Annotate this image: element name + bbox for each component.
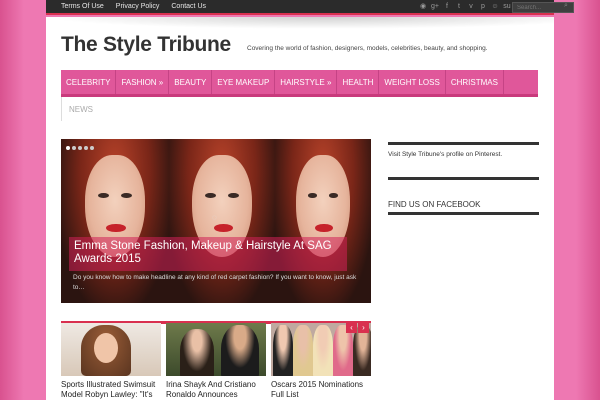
pinterest-icon[interactable]: p <box>479 2 487 12</box>
slider-dot[interactable] <box>78 146 82 150</box>
chevron-left-icon[interactable]: ‹ <box>346 322 357 333</box>
contact-link[interactable]: Contact Us <box>171 3 206 10</box>
facebook-icon[interactable]: f <box>443 2 451 12</box>
post-thumbnail-1[interactable] <box>61 323 161 376</box>
site-tagline: Covering the world of fashion, designers… <box>247 45 488 52</box>
post-thumbnail-2[interactable] <box>166 323 266 376</box>
slider-dot[interactable] <box>90 146 94 150</box>
nav-item-eye-makeup[interactable]: EYE MAKEUP <box>212 70 276 94</box>
pinterest-profile-link[interactable]: Visit Style Tribune's profile on Pintere… <box>388 151 539 158</box>
post-title-3[interactable]: Oscars 2015 Nominations Full List <box>271 380 371 400</box>
site-title[interactable]: The Style Tribune <box>61 33 231 57</box>
nav-item-fashion[interactable]: FASHION » <box>116 70 170 94</box>
facebook-widget-heading: FIND US ON FACEBOOK <box>388 200 539 215</box>
top-bar: Terms Of Use Privacy Policy Contact Us ◉… <box>46 0 574 15</box>
chevron-right-icon[interactable]: › <box>358 322 369 333</box>
twitter-icon[interactable]: t <box>455 2 463 12</box>
search-icon[interactable]: ⌕ <box>564 2 568 10</box>
pinterest-widget: Visit Style Tribune's profile on Pintere… <box>388 142 539 158</box>
facebook-widget: FIND US ON FACEBOOK <box>388 200 539 215</box>
nav-item-beauty[interactable]: BEAUTY <box>169 70 213 94</box>
stumbleupon-icon[interactable]: su <box>503 2 511 12</box>
slider-dot[interactable] <box>66 146 70 150</box>
main-nav: CELEBRITY FASHION » BEAUTY EYE MAKEUP HA… <box>61 70 538 97</box>
slide-excerpt: Do you know how to make headline at any … <box>73 274 357 291</box>
loading-spinner-icon: ◌ <box>212 213 217 222</box>
slider-dot[interactable] <box>72 146 76 150</box>
vimeo-icon[interactable]: v <box>467 2 475 12</box>
post-title-1[interactable]: Sports Illustrated Swimsuit Model Robyn … <box>61 380 161 400</box>
widget-divider <box>388 177 539 180</box>
top-nav: Terms Of Use Privacy Policy Contact Us <box>61 3 206 10</box>
nav-item-hairstyle[interactable]: HAIRSTYLE » <box>275 70 338 94</box>
rss-icon[interactable]: ◉ <box>419 2 427 12</box>
reddit-icon[interactable]: ☺ <box>491 2 499 12</box>
slide-title[interactable]: Emma Stone Fashion, Makeup & Hairstyle A… <box>74 240 342 266</box>
nav-item-celebrity[interactable]: CELEBRITY <box>61 70 117 94</box>
google-plus-icon[interactable]: g+ <box>431 2 439 12</box>
slide-caption[interactable]: Emma Stone Fashion, Makeup & Hairstyle A… <box>69 237 347 271</box>
nav-second-row: NEWS <box>61 97 121 121</box>
slider-dots <box>66 146 94 150</box>
social-icons: ◉ g+ f t v p ☺ su <box>419 2 511 12</box>
nav-item-news[interactable]: NEWS <box>69 105 93 114</box>
terms-link[interactable]: Terms Of Use <box>61 3 104 10</box>
nav-item-health[interactable]: HEALTH <box>337 70 380 94</box>
header-shadow <box>46 17 554 29</box>
nav-item-christmas[interactable]: CHRISTMAS <box>446 70 504 94</box>
slider-dot[interactable] <box>84 146 88 150</box>
nav-item-weight-loss[interactable]: WEIGHT LOSS <box>379 70 446 94</box>
carousel-arrows: ‹ › <box>346 322 369 333</box>
privacy-link[interactable]: Privacy Policy <box>116 3 160 10</box>
post-title-2[interactable]: Irina Shayk And Cristiano Ronaldo Announ… <box>166 380 266 400</box>
